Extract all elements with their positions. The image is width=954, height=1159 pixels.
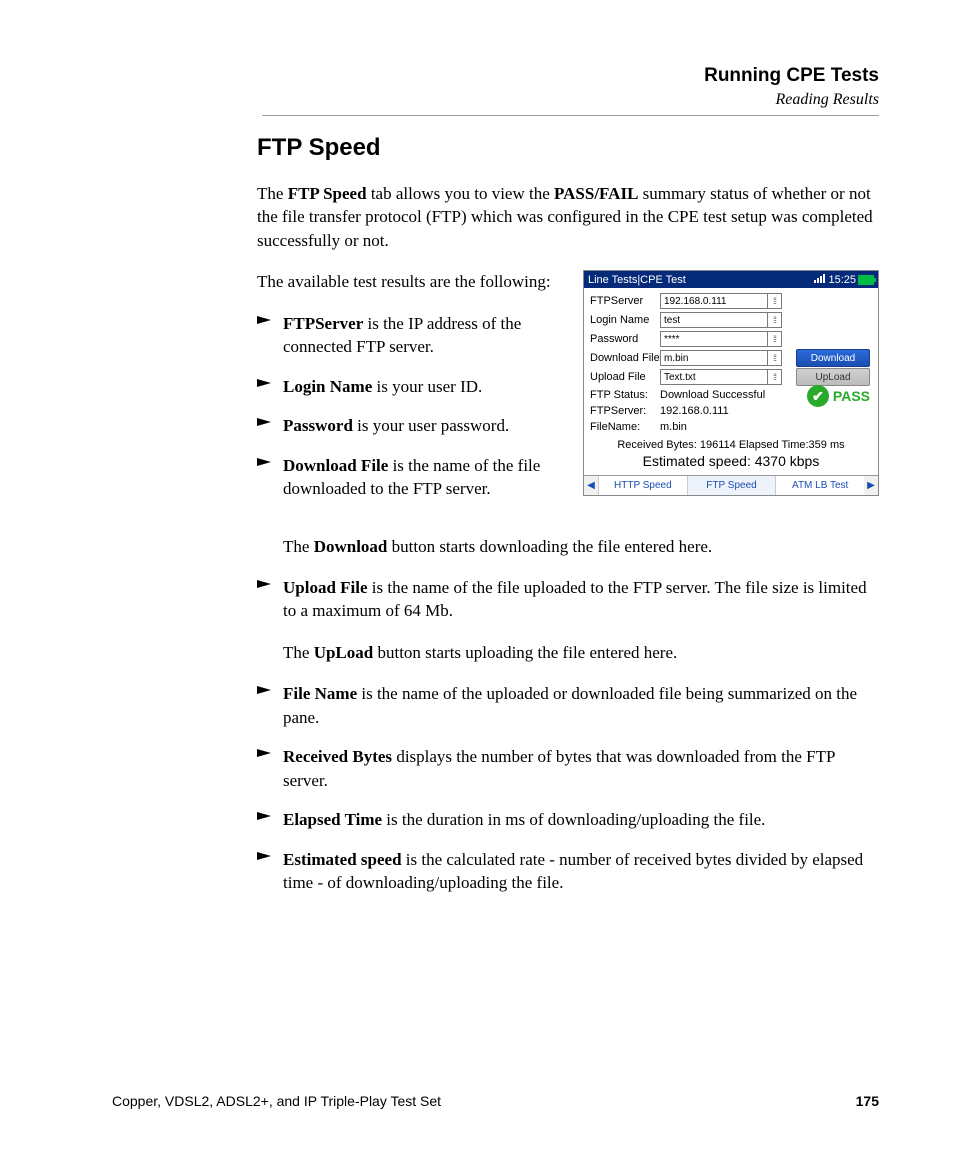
bullet-icon — [257, 375, 283, 398]
section-heading: FTP Speed — [257, 134, 879, 162]
bullet-icon — [257, 848, 283, 895]
ftpserver-label: FTPServer — [590, 295, 660, 307]
download-button[interactable]: Download — [796, 349, 870, 367]
bullet-elapsed-time: Elapsed Time is the duration in ms of do… — [257, 808, 879, 831]
upload-button[interactable]: UpLoad — [796, 368, 870, 386]
estimated-speed-line: Estimated speed: 4370 kbps — [590, 453, 872, 469]
device-time: 15:25 — [828, 274, 856, 286]
signal-icon — [814, 273, 826, 286]
bullet-icon — [257, 454, 283, 501]
download-file-label: Download File — [590, 352, 660, 364]
download-sub-para: The Download button starts downloading t… — [283, 535, 879, 558]
login-input[interactable]: test — [660, 312, 768, 328]
upload-file-picker[interactable]: ⁞⁞ — [768, 369, 782, 385]
tab-scroll-right[interactable]: ▶ — [864, 476, 878, 495]
device-titlebar: Line Tests|CPE Test 15:25 — [584, 271, 878, 288]
bullet-icon — [257, 745, 283, 792]
checkmark-icon: ✔ — [807, 385, 829, 407]
password-label: Password — [590, 333, 660, 345]
tab-ftp-speed[interactable]: FTP Speed — [687, 476, 776, 495]
header-divider — [262, 115, 879, 116]
page-footer: Copper, VDSL2, ADSL2+, and IP Triple-Pla… — [112, 1093, 879, 1109]
ftpserver-status-value: 192.168.0.111 — [660, 405, 729, 417]
pass-indicator: ✔ PASS — [807, 385, 870, 407]
download-file-input[interactable]: m.bin — [660, 350, 768, 366]
pass-text: PASS — [833, 388, 870, 404]
password-picker[interactable]: ⁞⁞ — [768, 331, 782, 347]
page-number: 175 — [856, 1093, 879, 1109]
bullet-icon — [257, 576, 283, 623]
intro-para-1: The FTP Speed tab allows you to view the… — [257, 182, 879, 252]
bullet-icon — [257, 312, 283, 359]
filename-status-label: FileName: — [590, 421, 660, 433]
login-picker[interactable]: ⁞⁞ — [768, 312, 782, 328]
bullet-estimated-speed: Estimated speed is the calculated rate -… — [257, 848, 879, 895]
upload-file-input[interactable]: Text.txt — [660, 369, 768, 385]
ftpserver-picker[interactable]: ⁞⁞ — [768, 293, 782, 309]
bullet-login-name: Login Name is your user ID. — [257, 375, 567, 398]
device-screenshot: Line Tests|CPE Test 15:25 FTPServer 192.… — [583, 270, 879, 496]
bullet-upload-file: Upload File is the name of the file uplo… — [257, 576, 879, 623]
bullet-icon — [257, 808, 283, 831]
bullet-ftpserver: FTPServer is the IP address of the conne… — [257, 312, 567, 359]
download-file-picker[interactable]: ⁞⁞ — [768, 350, 782, 366]
header-subtitle: Reading Results — [112, 91, 879, 109]
bullet-password: Password is your user password. — [257, 414, 567, 437]
login-label: Login Name — [590, 314, 660, 326]
device-breadcrumb: Line Tests|CPE Test — [588, 274, 686, 286]
bullet-download-file: Download File is the name of the file do… — [257, 454, 567, 501]
ftpserver-status-label: FTPServer: — [590, 405, 660, 417]
battery-icon — [858, 275, 874, 285]
header-title: Running CPE Tests — [112, 65, 879, 87]
bullet-icon — [257, 414, 283, 437]
tab-http-speed[interactable]: HTTP Speed — [598, 476, 687, 495]
tab-atm-lb-test[interactable]: ATM LB Test — [775, 476, 864, 495]
tab-scroll-left[interactable]: ◀ — [584, 476, 598, 495]
ftp-status-label: FTP Status: — [590, 389, 660, 401]
received-bytes-line: Received Bytes: 196114 Elapsed Time:359 … — [590, 439, 872, 451]
filename-status-value: m.bin — [660, 421, 687, 433]
upload-sub-para: The UpLoad button starts uploading the f… — [283, 641, 879, 664]
ftp-status-value: Download Successful — [660, 389, 765, 401]
bullet-file-name: File Name is the name of the uploaded or… — [257, 682, 879, 729]
footer-text: Copper, VDSL2, ADSL2+, and IP Triple-Pla… — [112, 1093, 441, 1109]
upload-file-label: Upload File — [590, 371, 660, 383]
bullet-received-bytes: Received Bytes displays the number of by… — [257, 745, 879, 792]
bullet-icon — [257, 682, 283, 729]
password-input[interactable]: **** — [660, 331, 768, 347]
ftpserver-input[interactable]: 192.168.0.111 — [660, 293, 768, 309]
